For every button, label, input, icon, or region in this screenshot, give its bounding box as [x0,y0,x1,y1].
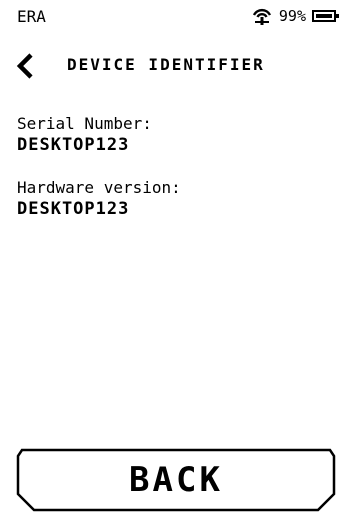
hardware-version-field: Hardware version: DESKTOP123 [17,178,181,220]
status-bar: ERA 99% [0,0,352,36]
page-header: DEVICE IDENTIFIER [0,48,352,84]
battery-tip [336,14,339,18]
serial-number-field: Serial Number: DESKTOP123 [17,114,152,156]
hardware-version-value: DESKTOP123 [17,199,130,219]
wifi-icon [251,6,273,26]
serial-number-value: DESKTOP123 [17,135,130,155]
back-button[interactable]: BACK [16,448,336,512]
page-title: DEVICE IDENTIFIER [67,55,265,74]
serial-number-label: Serial Number: [17,114,152,133]
status-indicators: 99% [251,6,339,26]
carrier-label: ERA [17,7,46,26]
battery-percent: 99% [278,7,306,25]
back-button-label: BACK [129,460,223,500]
chevron-left-icon[interactable] [14,52,38,80]
battery-icon [312,10,339,22]
hardware-version-label: Hardware version: [17,178,181,197]
battery-fill [316,14,332,18]
